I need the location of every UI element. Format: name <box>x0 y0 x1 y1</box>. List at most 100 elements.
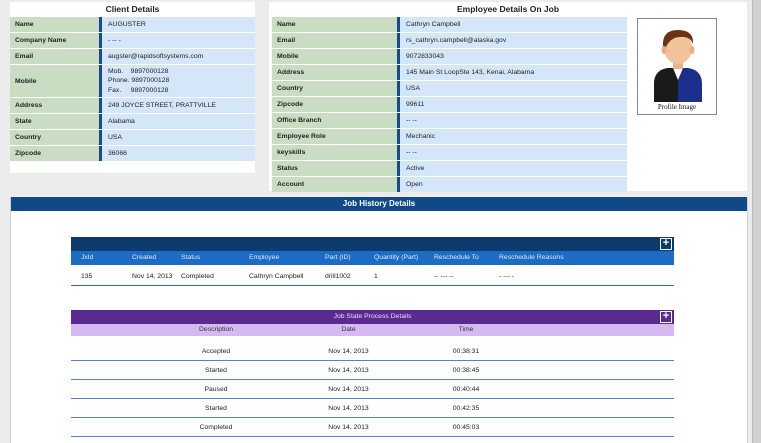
job-history-column-headers: JxId Created Status Employee Part (ID) Q… <box>71 251 674 265</box>
cell-time: 00:38:45 <box>452 367 480 374</box>
employee-label: Address <box>272 65 400 80</box>
cell-time: 00:42:35 <box>452 405 480 412</box>
cell-time: 00:40:44 <box>452 386 480 393</box>
client-value: - -- - <box>102 33 255 48</box>
client-label: Name <box>10 17 102 32</box>
cell-description: Accepted <box>201 348 231 355</box>
vertical-scrollbar[interactable] <box>752 0 761 443</box>
cell-description: Paused <box>204 386 228 393</box>
employee-label: keyskills <box>272 145 400 160</box>
employee-value: -- -- <box>400 145 627 160</box>
plus-icon[interactable]: + <box>660 311 672 323</box>
employee-row-keyskills: keyskills -- -- <box>272 145 627 160</box>
cell-date: Nov 14, 2013 <box>328 386 369 393</box>
employee-label: Office Branch <box>272 113 400 128</box>
client-row-address: Address 249 JOYCE STREET, PRATTVILLE <box>10 98 255 113</box>
profile-image[interactable]: Profile Image <box>637 18 717 115</box>
job-history-title: Job History Details <box>11 197 747 211</box>
employee-value: USA <box>400 81 627 96</box>
employee-row-email: Email rs_cathryn.campbell@alaska.gov <box>272 33 627 48</box>
cell-date: Nov 14, 2013 <box>328 348 369 355</box>
table-row[interactable]: Completed Nov 14, 2013 00:45:03 <box>71 418 674 437</box>
client-row-mobile: Mobile Mob. 9897000128 Phone. 9897000128… <box>10 65 255 97</box>
client-value: 249 JOYCE STREET, PRATTVILLE <box>102 98 255 113</box>
client-value: USA <box>102 130 255 145</box>
client-label: State <box>10 114 102 129</box>
client-row-name: Name AUGUSTER <box>10 17 255 32</box>
column-header-reschedule-to[interactable]: Reschedule To <box>434 251 479 265</box>
client-label: Address <box>10 98 102 113</box>
table-row[interactable]: 135 Nov 14, 2013 Completed Cathryn Campb… <box>71 270 674 286</box>
employee-value: Active <box>400 161 627 176</box>
column-header-status[interactable]: Status <box>181 251 200 265</box>
table-row[interactable]: Paused Nov 14, 2013 00:40:44 <box>71 380 674 399</box>
column-header-created[interactable]: Created <box>132 251 156 265</box>
cell-part: drill1002 <box>325 273 351 280</box>
employee-value: rs_cathryn.campbell@alaska.gov <box>400 33 627 48</box>
column-header-description[interactable]: Description <box>171 324 261 336</box>
employee-row-mobile: Mobile 9072833043 <box>272 49 627 64</box>
column-header-jxid[interactable]: JxId <box>81 251 93 265</box>
employee-value: Mechanic <box>400 129 627 144</box>
column-header-part[interactable]: Part (ID) <box>325 251 351 265</box>
client-row-company: Company Name - -- - <box>10 33 255 48</box>
client-label: Zipcode <box>10 146 102 161</box>
cell-status: Completed <box>181 273 214 280</box>
client-label: Company Name <box>10 33 102 48</box>
client-fax-line: Fax. 9897000128 <box>108 86 169 94</box>
column-header-time[interactable]: Time <box>441 324 491 336</box>
employee-details-table: Name Cathryn Campbell Email rs_cathryn.cam… <box>272 16 627 193</box>
client-row-country: Country USA <box>10 130 255 145</box>
cell-date: Nov 14, 2013 <box>328 424 369 431</box>
employee-value: Cathryn Campbell <box>400 17 627 32</box>
employee-details-panel: Employee Details On Job Name Cathryn Camp… <box>269 2 747 193</box>
job-state-column-headers: Description Date Time <box>71 324 674 336</box>
column-header-employee[interactable]: Employee <box>249 251 279 265</box>
employee-label: Status <box>272 161 400 176</box>
cell-description: Started <box>205 405 227 412</box>
client-details-title: Client Details <box>105 4 160 14</box>
cell-date: Nov 14, 2013 <box>328 367 369 374</box>
employee-value: -- -- <box>400 113 627 128</box>
job-history-toolbar: + <box>71 237 674 251</box>
employee-label: Country <box>272 81 400 96</box>
client-label: Country <box>10 130 102 145</box>
employee-label: Email <box>272 33 400 48</box>
column-header-quantity[interactable]: Quantity (Part) <box>374 251 418 265</box>
client-label: Email <box>10 49 102 64</box>
job-history-panel: Job History Details + JxId Created Statu… <box>10 197 748 443</box>
column-header-reschedule-reasons[interactable]: Reschedule Reasons <box>499 251 564 265</box>
employee-row-name: Name Cathryn Campbell <box>272 17 627 32</box>
employee-label: Mobile <box>272 49 400 64</box>
client-row-zipcode: Zipcode 36066 <box>10 146 255 161</box>
table-row[interactable]: Started Nov 14, 2013 00:38:45 <box>71 361 674 380</box>
client-mobile-line: Mob. 9897000128 <box>108 68 169 76</box>
client-details-panel: Client Details Name AUGUSTER Company Name… <box>10 2 255 173</box>
client-row-email: Email augster@rapidsoftsystems.com <box>10 49 255 64</box>
column-header-date[interactable]: Date <box>311 324 386 336</box>
profile-image-caption: Profile Image <box>657 103 697 111</box>
client-row-state: State Alabama <box>10 114 255 129</box>
cell-description: Started <box>205 367 227 374</box>
cell-date: Nov 14, 2013 <box>328 405 369 412</box>
user-avatar-icon <box>654 30 702 102</box>
plus-icon[interactable]: + <box>660 238 672 250</box>
cell-time: 00:45:03 <box>452 424 480 431</box>
cell-reschedule-reasons: - --- - <box>499 273 515 280</box>
job-state-title: Job State Process Details <box>333 313 412 320</box>
client-value: Alabama <box>102 114 255 129</box>
job-state-toolbar: Job State Process Details + <box>71 310 674 324</box>
client-label: Mobile <box>10 65 102 97</box>
employee-row-zipcode: Zipcode 99611 <box>272 97 627 112</box>
employee-row-address: Address 145 Main St LoopSte 143, Kenai, A… <box>272 65 627 80</box>
cell-jxid: 135 <box>81 273 93 280</box>
cell-created: Nov 14, 2013 <box>132 273 173 280</box>
employee-label: Name <box>272 17 400 32</box>
cell-time: 00:38:31 <box>452 348 480 355</box>
cell-description: Completed <box>199 424 233 431</box>
client-value: AUGUSTER <box>102 17 255 32</box>
table-row[interactable]: Accepted Nov 14, 2013 00:38:31 <box>71 342 674 361</box>
client-value: 36066 <box>102 146 255 161</box>
employee-value: 99611 <box>400 97 627 112</box>
table-row[interactable]: Started Nov 14, 2013 00:42:35 <box>71 399 674 418</box>
